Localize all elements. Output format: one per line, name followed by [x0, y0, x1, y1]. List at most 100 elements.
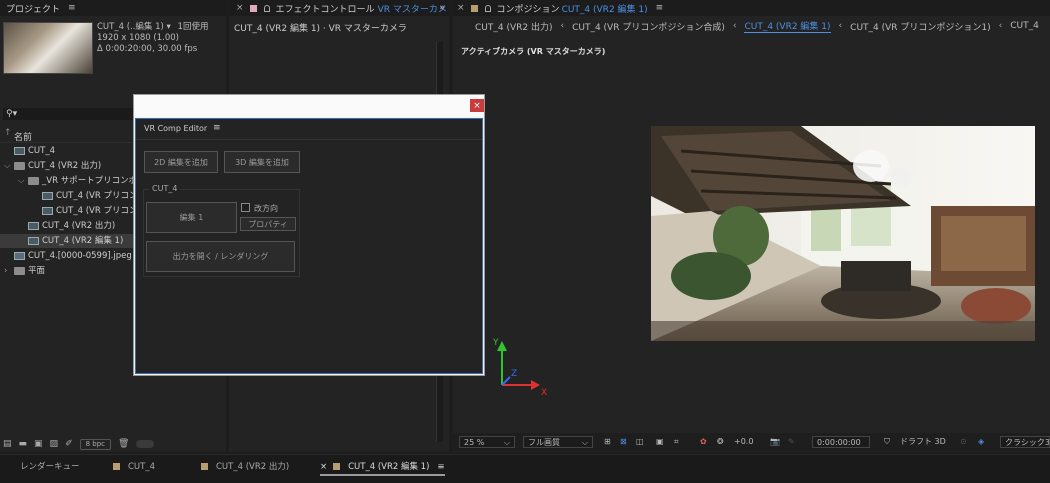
cut-group-label: CUT_4: [149, 184, 181, 193]
pen-icon[interactable]: ✐: [65, 439, 73, 449]
timeline-tab[interactable]: CUT_4: [113, 460, 155, 474]
search-icon: ⚲▾: [6, 109, 18, 119]
project-item-label: CUT_4.[0000-0599].jpeg: [28, 251, 132, 261]
panel-menu-icon[interactable]: ≡: [656, 3, 664, 13]
project-duration: Δ 0:00:20:00, 30.00 fps: [97, 44, 198, 54]
open-output-render-button[interactable]: 出力を開く / レンダリング: [146, 241, 295, 272]
project-item-label: CUT_4: [28, 146, 56, 156]
composition-panel: × コンポジション CUT_4 (VR2 編集 1) ≡ CUT_4 (VR2 …: [453, 0, 1050, 452]
composition-icon: [42, 191, 53, 200]
dialog-panel-title: VR Comp Editor: [144, 124, 208, 133]
grid-options-icon[interactable]: ⌗: [674, 436, 679, 448]
view-renderer-dropdown[interactable]: クラシック3D: [1000, 436, 1050, 448]
add-3d-edit-button[interactable]: 3D 編集を追加: [224, 151, 300, 173]
chevron-down-icon: ⌵: [503, 438, 510, 447]
3d-view-icon[interactable]: ⊙: [960, 436, 967, 448]
breadcrumb-separator-icon: ‹: [838, 21, 843, 31]
composition-icon: [28, 221, 39, 230]
label-swatch: [333, 463, 341, 470]
orientation-checkbox[interactable]: [241, 203, 250, 212]
axis-z-label: Z: [511, 369, 517, 379]
exposure-value[interactable]: +0.0: [734, 436, 753, 448]
panel-menu-icon[interactable]: ≡: [213, 123, 221, 133]
comp-viewer-frame[interactable]: [651, 126, 1035, 341]
dialog-body: VR Comp Editor ≡ 2D 編集を追加 3D 編集を追加 CUT_4…: [135, 118, 483, 374]
timeline-tab[interactable]: CUT_4 (VR2 出力): [201, 460, 289, 474]
trash-icon[interactable]: 🗑: [118, 439, 129, 449]
panel-menu-icon[interactable]: ≡: [437, 462, 444, 472]
window-titlebar[interactable]: [134, 95, 484, 117]
draft-3d-icon[interactable]: ⛉: [884, 436, 890, 448]
sort-icon: ↑: [4, 128, 12, 138]
breadcrumb-item[interactable]: CUT_4 (VR2 編集 1): [744, 19, 831, 33]
effect-title[interactable]: エフェクトコントロール: [276, 2, 375, 15]
close-tab-icon[interactable]: ×: [236, 3, 244, 13]
timeline-tab[interactable]: レンダーキュー: [20, 460, 80, 474]
image-sequence-icon: [14, 251, 25, 260]
project-item-label: CUT_4 (VR2 編集 1): [42, 236, 124, 246]
zoom-dropdown[interactable]: 25 % ⌵: [459, 436, 515, 448]
close-icon: ×: [473, 100, 481, 111]
project-item-label: _VR サポートプリコンポ: [42, 176, 138, 186]
new-comp-icon[interactable]: ▣: [34, 439, 43, 449]
zoom-value: 25 %: [464, 438, 485, 447]
edit-1-button[interactable]: 編集 1: [146, 202, 237, 233]
comp-header: × コンポジション CUT_4 (VR2 編集 1) ≡: [453, 0, 1050, 16]
project-comp-name[interactable]: CUT_4 (..編集 1) ▾: [97, 22, 171, 32]
interpret-footage-icon[interactable]: ▤: [3, 439, 12, 449]
mask-visibility-icon[interactable]: ◫: [636, 436, 644, 448]
close-tab-icon[interactable]: ×: [457, 3, 465, 13]
channel-icon[interactable]: ✿: [700, 436, 707, 448]
ground-plane-icon[interactable]: ◈: [978, 436, 984, 448]
renderer-label[interactable]: ドラフト 3D: [900, 436, 946, 448]
column-name-label: 名前: [14, 133, 33, 143]
show-snapshot-icon[interactable]: ✎: [788, 436, 795, 448]
disclosure-arrow-icon[interactable]: ⌵: [4, 159, 14, 173]
resolution-dropdown[interactable]: フル画質 ⌵: [523, 436, 593, 448]
region-of-interest-icon[interactable]: ⊞: [604, 436, 611, 448]
new-folder-icon[interactable]: ▬: [19, 439, 28, 449]
effect-title-layer[interactable]: VR マスターカメ: [378, 2, 447, 15]
resolution-value: フル画質: [528, 438, 560, 447]
properties-button[interactable]: プロパティ: [240, 217, 296, 231]
effect-header: × エフェクトコントロール VR マスターカメ »: [229, 0, 449, 16]
breadcrumb-separator-icon: ‹: [732, 21, 737, 31]
folder-icon: [14, 161, 25, 170]
timeline-tab[interactable]: × CUT_4 (VR2 編集 1) ≡: [320, 460, 445, 476]
project-item-label: CUT_4 (VR プリコン: [56, 191, 138, 201]
window-close-button[interactable]: ×: [470, 99, 484, 112]
comp-title[interactable]: コンポジション: [497, 2, 560, 15]
breadcrumb-item[interactable]: CUT_4 (VR プリコンポジション合成): [572, 20, 725, 33]
project-item-label: CUT_4 (VR2 出力): [42, 221, 116, 231]
exposure-reset-icon[interactable]: ❂: [717, 436, 724, 448]
timeline-tab-label: CUT_4 (VR2 編集 1): [348, 462, 430, 472]
close-tab-icon[interactable]: ×: [320, 462, 327, 472]
comp-title-name[interactable]: CUT_4 (VR2 編集 1): [562, 2, 648, 15]
dialog-panel-header: VR Comp Editor ≡: [136, 119, 482, 140]
vr-comp-editor-window: × VR Comp Editor ≡ 2D 編集を追加 3D 編集を追加 CUT…: [133, 94, 485, 376]
breadcrumb-item[interactable]: CUT_4 (VR プリコンポジション1): [850, 20, 990, 33]
breadcrumb-item[interactable]: CUT_4: [1010, 21, 1039, 31]
transparency-grid-icon[interactable]: ⊠: [620, 436, 627, 448]
disclosure-arrow-icon[interactable]: ›: [4, 264, 14, 278]
add-2d-edit-button[interactable]: 2D 編集を追加: [144, 151, 218, 173]
snapshot-icon[interactable]: 📷: [770, 436, 780, 448]
timeline-tab-bar: [0, 454, 1050, 483]
composition-icon: [42, 206, 53, 215]
lock-icon[interactable]: [263, 4, 270, 12]
scroll-slider[interactable]: [136, 440, 155, 448]
project-usage: 1回使用: [177, 22, 209, 32]
project-settings-icon[interactable]: ▨: [50, 439, 59, 449]
lock-icon[interactable]: [484, 4, 491, 12]
timeline-tab-label: レンダーキュー: [20, 462, 80, 472]
panel-menu-icon[interactable]: ≡: [68, 3, 76, 13]
expand-panels-icon[interactable]: »: [439, 3, 445, 13]
disclosure-arrow-icon[interactable]: ⌵: [18, 174, 28, 188]
project-item-label: CUT_4 (VR2 出力): [28, 161, 102, 171]
guides-icon[interactable]: ▣: [656, 436, 664, 448]
timeline-tab-label: CUT_4 (VR2 出力): [216, 462, 290, 472]
orientation-checkbox-label[interactable]: 改方向: [254, 203, 278, 214]
breadcrumb-item[interactable]: CUT_4 (VR2 出力): [475, 20, 552, 33]
timecode-field[interactable]: 0:00:00:00: [812, 436, 870, 448]
bpc-badge[interactable]: 8 bpc: [79, 438, 112, 450]
